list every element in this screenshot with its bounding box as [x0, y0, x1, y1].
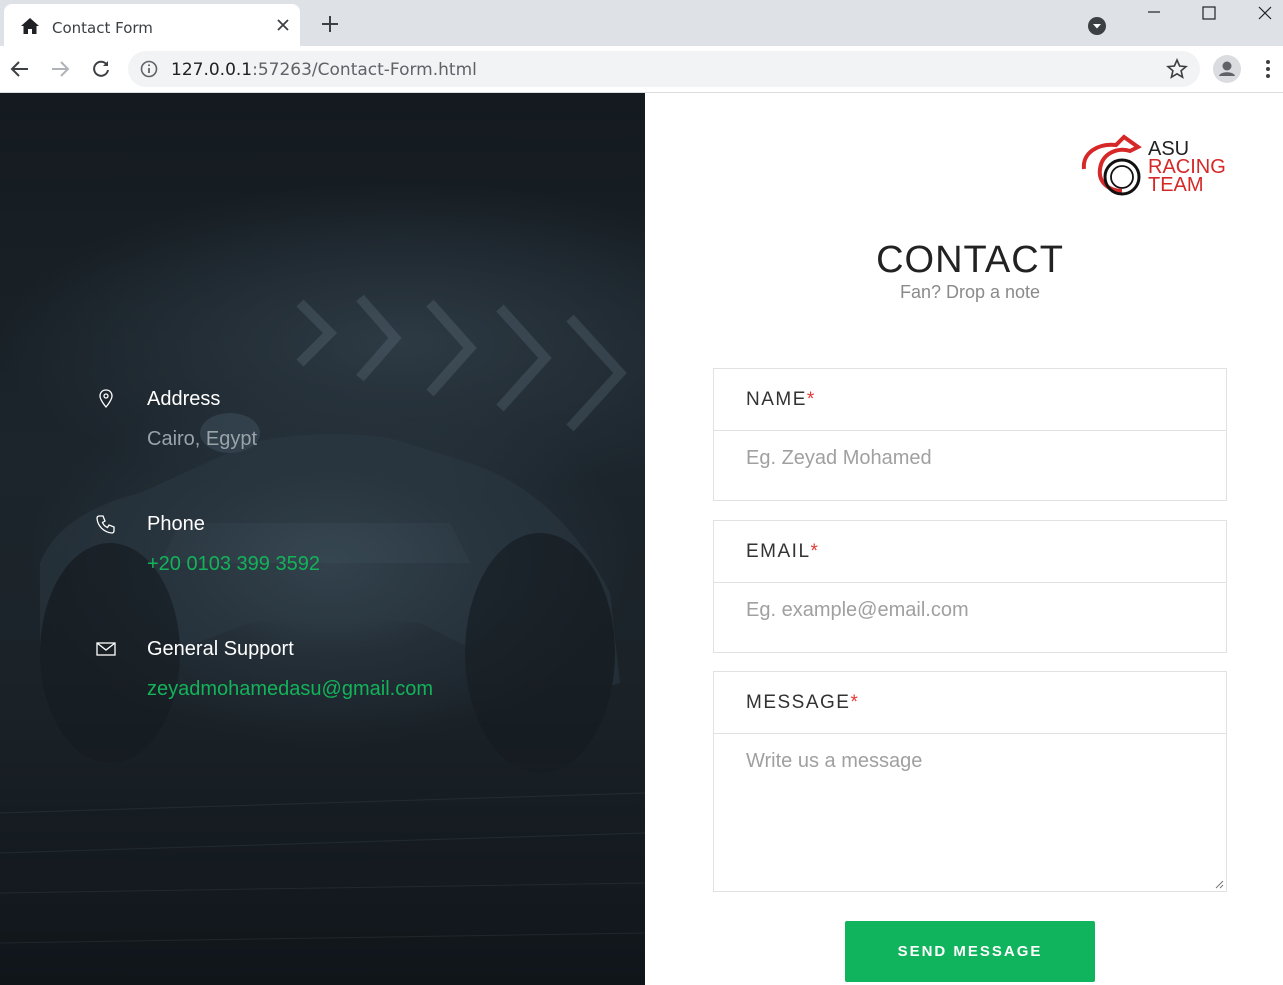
- asu-racing-team-logo: ASU RACING TEAM: [1081, 134, 1226, 196]
- resize-handle-icon[interactable]: [1214, 879, 1224, 889]
- email-label: EMAIL*: [746, 541, 820, 562]
- map-pin-icon: [99, 389, 113, 408]
- phone-value[interactable]: +20 0103 399 3592: [147, 553, 320, 576]
- email-field[interactable]: EMAIL* Eg. example@email.com: [713, 520, 1227, 653]
- name-field[interactable]: NAME* Eg. Zeyad Mohamed: [713, 368, 1227, 501]
- name-input[interactable]: Eg. Zeyad Mohamed: [746, 447, 1186, 470]
- email-input[interactable]: Eg. example@email.com: [746, 599, 1186, 622]
- svg-text:TEAM: TEAM: [1148, 174, 1204, 196]
- url-text: 127.0.0.1:57263/Contact-Form.html: [171, 60, 477, 80]
- star-icon[interactable]: [1166, 58, 1188, 80]
- minimize-icon[interactable]: [1146, 6, 1162, 22]
- support-label: General Support: [147, 638, 294, 660]
- profile-avatar[interactable]: [1213, 55, 1241, 83]
- maximize-icon[interactable]: [1201, 5, 1217, 21]
- plus-icon[interactable]: [320, 14, 340, 34]
- person-icon: [1219, 61, 1235, 76]
- address-value: Cairo, Egypt: [147, 428, 258, 450]
- browser-toolbar: 127.0.0.1:57263/Contact-Form.html: [0, 46, 1283, 93]
- message-label: MESSAGE*: [746, 692, 860, 713]
- more-menu-icon[interactable]: [1258, 57, 1278, 81]
- message-textarea[interactable]: Write us a message: [746, 750, 1186, 773]
- back-arrow-icon[interactable]: [9, 58, 31, 80]
- info-icon[interactable]: [140, 60, 158, 78]
- page-title: CONTACT: [876, 239, 1064, 281]
- browser-tab[interactable]: Contact Form: [4, 4, 300, 46]
- phone-icon: [96, 515, 115, 534]
- contact-info-panel: Address Cairo, Egypt Phone +20 0103 399 …: [0, 93, 645, 985]
- reload-icon[interactable]: [90, 58, 112, 80]
- mail-icon: [96, 642, 116, 656]
- browser-tab-bar: Contact Form: [0, 0, 1283, 46]
- forward-arrow-icon[interactable]: [49, 58, 71, 80]
- race-car-background: [0, 294, 645, 944]
- page-subtitle: Fan? Drop a note: [899, 282, 1041, 302]
- contact-form-panel: ASU RACING TEAM CONTACT Fan? Drop a note…: [645, 93, 1283, 985]
- support-email[interactable]: zeyadmohamedasu@gmail.com: [147, 678, 433, 701]
- address-bar[interactable]: 127.0.0.1:57263/Contact-Form.html: [128, 51, 1200, 87]
- address-label: Address: [147, 388, 221, 410]
- home-icon: [21, 18, 39, 34]
- phone-label: Phone: [147, 513, 205, 535]
- send-message-button[interactable]: SEND MESSAGE: [845, 921, 1095, 982]
- tab-search-icon[interactable]: [1087, 16, 1107, 36]
- close-icon[interactable]: [274, 16, 292, 34]
- send-message-label: SEND MESSAGE: [897, 943, 1043, 960]
- message-field[interactable]: MESSAGE* Write us a message: [713, 671, 1227, 892]
- window-close-icon[interactable]: [1257, 5, 1273, 21]
- tab-title: Contact Form: [52, 19, 153, 37]
- name-label: NAME*: [746, 389, 816, 410]
